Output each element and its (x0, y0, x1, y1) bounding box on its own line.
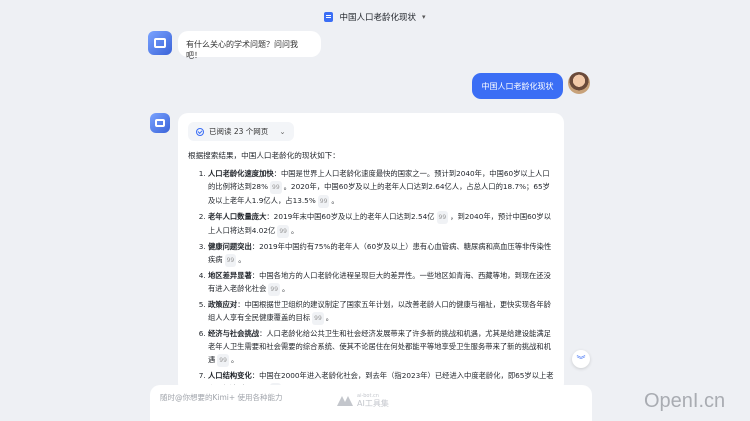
citation-link[interactable]: 99 (217, 354, 229, 367)
item-text: ：人口老龄化给公共卫生和社会经济发展带来了许多新的挑战和机遇，尤其是给建设能满足… (208, 329, 551, 364)
item-end: 。 (282, 284, 290, 293)
user-message-bubble: 中国人口老龄化现状 (472, 73, 563, 99)
citation-link[interactable]: 99 (312, 312, 324, 325)
bot-avatar (150, 113, 170, 133)
item-end: 。 (238, 255, 246, 264)
corner-watermark: OpenI.cn (644, 390, 726, 412)
citation-link[interactable]: 99 (277, 225, 289, 238)
item-title: 地区差异显著 (208, 271, 252, 280)
read-sources-toggle[interactable]: 已阅读 23 个网页 ⌄ (188, 122, 294, 141)
citation-link[interactable]: 99 (436, 211, 449, 224)
item-title: 经济与社会挑战 (208, 329, 260, 338)
citation-link[interactable]: 99 (268, 283, 281, 296)
item-text: ：中国根据世卫组织的建议制定了国家五年计划，以改善老龄人口的健康与福祉，更快实现… (208, 300, 551, 322)
answer-list: 人口老龄化速度加快：中国是世界上人口老龄化速度最快的国家之一。预计到2040年，… (188, 167, 554, 393)
watermark-line2: AI工具集 (357, 399, 389, 408)
check-circle-icon (196, 127, 204, 136)
scroll-to-bottom-button[interactable]: ︾ (572, 350, 590, 368)
bot-avatar (148, 31, 172, 55)
item-end: 。 (325, 313, 334, 322)
item-title: 健康问题突出 (208, 242, 252, 251)
list-item: 健康问题突出：2019年中国约有75%的老年人（60岁及以上）患有心血管病、糖尿… (208, 240, 554, 267)
citation-link[interactable]: 99 (317, 195, 330, 208)
conversation-title-bar[interactable]: 中国人口老龄化现状 ▾ (0, 0, 750, 34)
chevron-down-icon: ⌄ (279, 127, 286, 136)
item-end: 。 (331, 196, 339, 205)
user-message-text: 中国人口老龄化现状 (481, 81, 554, 91)
greeting-text: 有什么关心的学术问题？问问我吧！ (186, 40, 298, 60)
item-title: 老年人口数量庞大 (208, 212, 267, 221)
read-sources-label: 已阅读 23 个网页 (209, 127, 269, 136)
list-item: 人口老龄化速度加快：中国是世界上人口老龄化速度最快的国家之一。预计到2040年，… (208, 167, 554, 208)
citation-link[interactable]: 99 (224, 254, 237, 267)
item-text: ：2019年中国约有75%的老年人（60岁及以上）患有心血管病、糖尿病和高血压等… (208, 242, 552, 264)
answer-bubble: 已阅读 23 个网页 ⌄ 根据搜索结果，中国人口老龄化的现状如下： 人口老龄化速… (178, 113, 564, 393)
conversation-title: 中国人口老龄化现状 (339, 13, 416, 23)
chat-input-placeholder: 随时@你想要的Kimi+ 使用各种能力 (160, 393, 283, 402)
list-item: 政策应对：中国根据世卫组织的建议制定了国家五年计划，以改善老龄人口的健康与福祉，… (208, 298, 554, 325)
watermark-logo-icon (337, 395, 353, 406)
watermark: ai-bot.cn AI工具集 (337, 392, 389, 408)
user-avatar[interactable] (568, 72, 590, 94)
item-end: 。 (290, 226, 299, 235)
list-item: 地区差异显著：中国各地方的人口老龄化进程呈现巨大的差异性。一些地区如青海、西藏等… (208, 269, 554, 296)
item-text: ：中国各地方的人口老龄化进程呈现巨大的差异性。一些地区如青海、西藏等地，到现在还… (208, 271, 551, 293)
citation-link[interactable]: 99 (270, 181, 282, 194)
item-title: 政策应对 (208, 300, 238, 309)
chevron-down-icon[interactable]: ▾ (422, 13, 426, 21)
greeting-bubble: 有什么关心的学术问题？问问我吧！ (178, 31, 321, 60)
item-end: 。 (230, 355, 239, 364)
answer-intro: 根据搜索结果，中国人口老龄化的现状如下： (188, 151, 340, 160)
item-title: 人口老龄化速度加快 (208, 169, 274, 178)
double-chevron-down-icon: ︾ (576, 355, 586, 366)
item-text: ：2019年末中国60岁及以上的老年人口达到2.54亿 (266, 212, 435, 221)
list-item: 老年人口数量庞大：2019年末中国60岁及以上的老年人口达到2.54亿99，到2… (208, 210, 554, 238)
document-icon (324, 12, 334, 22)
item-title: 人口结构变化 (208, 371, 252, 380)
list-item: 经济与社会挑战：人口老龄化给公共卫生和社会经济发展带来了许多新的挑战和机遇，尤其… (208, 327, 554, 367)
